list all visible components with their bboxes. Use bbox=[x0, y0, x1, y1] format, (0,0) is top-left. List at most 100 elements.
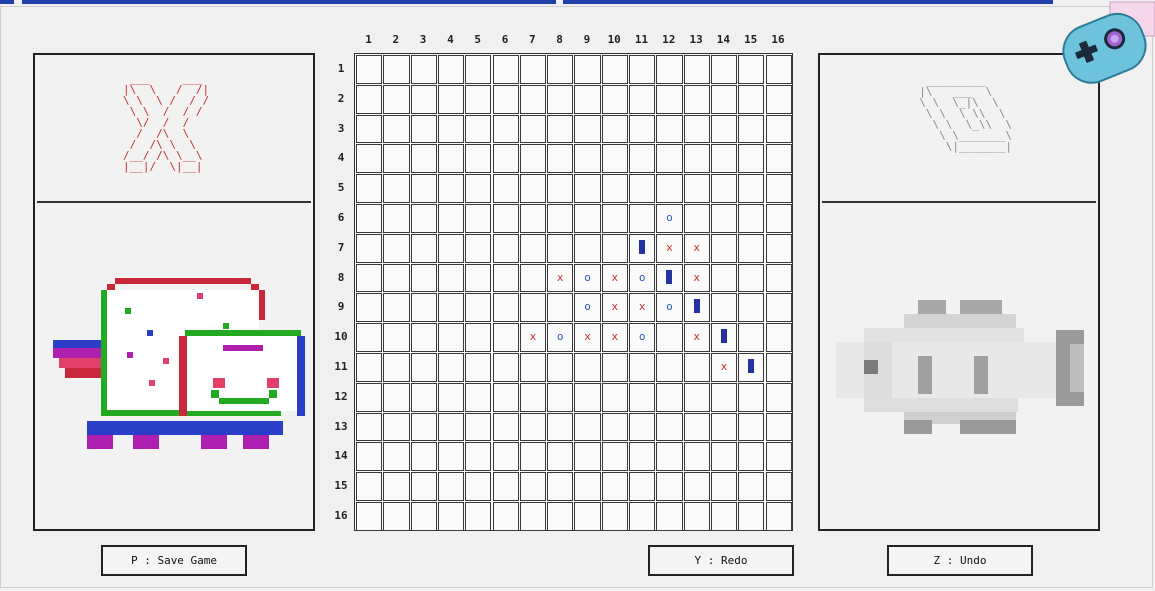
board-cell-r8-c3[interactable] bbox=[410, 263, 437, 293]
board-cell-r10-c1[interactable] bbox=[356, 323, 383, 352]
board-cell-r8-c7[interactable] bbox=[519, 263, 547, 293]
board-cell-r16-c15[interactable] bbox=[738, 502, 765, 531]
board-cell-r15-c8[interactable] bbox=[547, 472, 574, 501]
board-cell-r13-c13[interactable] bbox=[683, 412, 710, 442]
board-cell-r14-c14[interactable] bbox=[710, 442, 738, 472]
board-cell-r12-c16[interactable] bbox=[765, 382, 792, 412]
board-cell-r14-c13[interactable] bbox=[683, 442, 710, 472]
board-cell-r16-c7[interactable] bbox=[519, 502, 547, 531]
board-cell-r6-c11[interactable] bbox=[629, 204, 656, 233]
board-cell-r1-c16[interactable] bbox=[765, 55, 792, 84]
board-cell-r10-c11[interactable]: o bbox=[629, 323, 656, 352]
board-cell-r13-c15[interactable] bbox=[738, 412, 765, 442]
board-cell-r11-c13[interactable] bbox=[683, 353, 710, 382]
board-cell-r5-c14[interactable] bbox=[710, 174, 738, 203]
board-cell-r16-c1[interactable] bbox=[356, 502, 383, 531]
board-cell-r7-c1[interactable] bbox=[356, 233, 383, 263]
board-cell-r14-c4[interactable] bbox=[437, 442, 465, 472]
board-cell-r1-c9[interactable] bbox=[574, 55, 601, 84]
board-cell-r13-c5[interactable] bbox=[465, 412, 492, 442]
board-cell-r16-c13[interactable] bbox=[683, 502, 710, 531]
board-cell-r2-c5[interactable] bbox=[465, 84, 492, 114]
board-cell-r2-c6[interactable] bbox=[492, 84, 519, 114]
board-cell-r13-c8[interactable] bbox=[547, 412, 574, 442]
board-cell-r13-c7[interactable] bbox=[519, 412, 547, 442]
board-cell-r6-c9[interactable] bbox=[574, 204, 601, 233]
board-cell-r3-c5[interactable] bbox=[465, 114, 492, 144]
board-cell-r9-c14[interactable] bbox=[710, 293, 738, 323]
board-cell-r14-c10[interactable] bbox=[601, 442, 628, 472]
board-cell-r10-c9[interactable]: x bbox=[574, 323, 601, 352]
board-cell-r2-c2[interactable] bbox=[383, 84, 410, 114]
board-cell-r12-c9[interactable] bbox=[574, 382, 601, 412]
board-cell-r12-c14[interactable] bbox=[710, 382, 738, 412]
board-cell-r13-c10[interactable] bbox=[601, 412, 628, 442]
board-cell-r6-c3[interactable] bbox=[410, 204, 437, 233]
board-cell-r4-c9[interactable] bbox=[574, 144, 601, 174]
board-cell-r16-c16[interactable] bbox=[765, 502, 792, 531]
board-cell-r9-c8[interactable] bbox=[547, 293, 574, 323]
board-cell-r7-c7[interactable] bbox=[519, 233, 547, 263]
board-cell-r3-c4[interactable] bbox=[437, 114, 465, 144]
board-cell-r10-c13[interactable]: x bbox=[683, 323, 710, 352]
board-cell-r8-c12[interactable] bbox=[656, 263, 683, 293]
board-cell-r9-c4[interactable] bbox=[437, 293, 465, 323]
board-cell-r4-c7[interactable] bbox=[519, 144, 547, 174]
board-cell-r1-c3[interactable] bbox=[410, 55, 437, 84]
board-cell-r7-c12[interactable]: x bbox=[656, 233, 683, 263]
board-cell-r7-c8[interactable] bbox=[547, 233, 574, 263]
board-cell-r1-c5[interactable] bbox=[465, 55, 492, 84]
board-cell-r11-c14[interactable]: x bbox=[710, 353, 738, 382]
board-cell-r8-c6[interactable] bbox=[492, 263, 519, 293]
board-cell-r13-c11[interactable] bbox=[629, 412, 656, 442]
board-cell-r10-c7[interactable]: x bbox=[519, 323, 547, 352]
board-cell-r16-c12[interactable] bbox=[656, 502, 683, 531]
board-cell-r15-c1[interactable] bbox=[356, 472, 383, 501]
board-cell-r4-c11[interactable] bbox=[629, 144, 656, 174]
board-cell-r5-c1[interactable] bbox=[356, 174, 383, 203]
board-cell-r3-c16[interactable] bbox=[765, 114, 792, 144]
board-cell-r1-c6[interactable] bbox=[492, 55, 519, 84]
board-cell-r7-c14[interactable] bbox=[710, 233, 738, 263]
board-cell-r2-c12[interactable] bbox=[656, 84, 683, 114]
board-cell-r15-c13[interactable] bbox=[683, 472, 710, 501]
board-cell-r10-c5[interactable] bbox=[465, 323, 492, 352]
board-cell-r9-c6[interactable] bbox=[492, 293, 519, 323]
board-cell-r11-c6[interactable] bbox=[492, 353, 519, 382]
board-cell-r7-c10[interactable] bbox=[601, 233, 628, 263]
board-cell-r1-c12[interactable] bbox=[656, 55, 683, 84]
board-cell-r4-c6[interactable] bbox=[492, 144, 519, 174]
board-cell-r5-c16[interactable] bbox=[765, 174, 792, 203]
board-cell-r12-c13[interactable] bbox=[683, 382, 710, 412]
board-cell-r9-c1[interactable] bbox=[356, 293, 383, 323]
board-cell-r8-c10[interactable]: x bbox=[601, 263, 628, 293]
board-cell-r16-c5[interactable] bbox=[465, 502, 492, 531]
board-cell-r5-c7[interactable] bbox=[519, 174, 547, 203]
board-cell-r10-c12[interactable] bbox=[656, 323, 683, 352]
board-cell-r8-c16[interactable] bbox=[765, 263, 792, 293]
board-cell-r1-c7[interactable] bbox=[519, 55, 547, 84]
board-cell-r7-c9[interactable] bbox=[574, 233, 601, 263]
board-cell-r3-c1[interactable] bbox=[356, 114, 383, 144]
board-cell-r4-c3[interactable] bbox=[410, 144, 437, 174]
board-cell-r12-c6[interactable] bbox=[492, 382, 519, 412]
board-cell-r13-c4[interactable] bbox=[437, 412, 465, 442]
board-cell-r8-c1[interactable] bbox=[356, 263, 383, 293]
redo-button[interactable]: Y : Redo bbox=[648, 545, 794, 576]
board-cell-r5-c4[interactable] bbox=[437, 174, 465, 203]
board-cell-r3-c3[interactable] bbox=[410, 114, 437, 144]
board-cell-r16-c6[interactable] bbox=[492, 502, 519, 531]
board-cell-r16-c3[interactable] bbox=[410, 502, 437, 531]
board-cell-r5-c2[interactable] bbox=[383, 174, 410, 203]
board-cell-r6-c12[interactable]: o bbox=[656, 204, 683, 233]
board-cell-r7-c5[interactable] bbox=[465, 233, 492, 263]
board-cell-r2-c8[interactable] bbox=[547, 84, 574, 114]
board-cell-r4-c15[interactable] bbox=[738, 144, 765, 174]
board-cell-r9-c11[interactable]: x bbox=[629, 293, 656, 323]
board-cell-r9-c2[interactable] bbox=[383, 293, 410, 323]
board-cell-r15-c2[interactable] bbox=[383, 472, 410, 501]
board-cell-r16-c2[interactable] bbox=[383, 502, 410, 531]
board-cell-r4-c14[interactable] bbox=[710, 144, 738, 174]
board-cell-r14-c11[interactable] bbox=[629, 442, 656, 472]
board-cell-r7-c15[interactable] bbox=[738, 233, 765, 263]
